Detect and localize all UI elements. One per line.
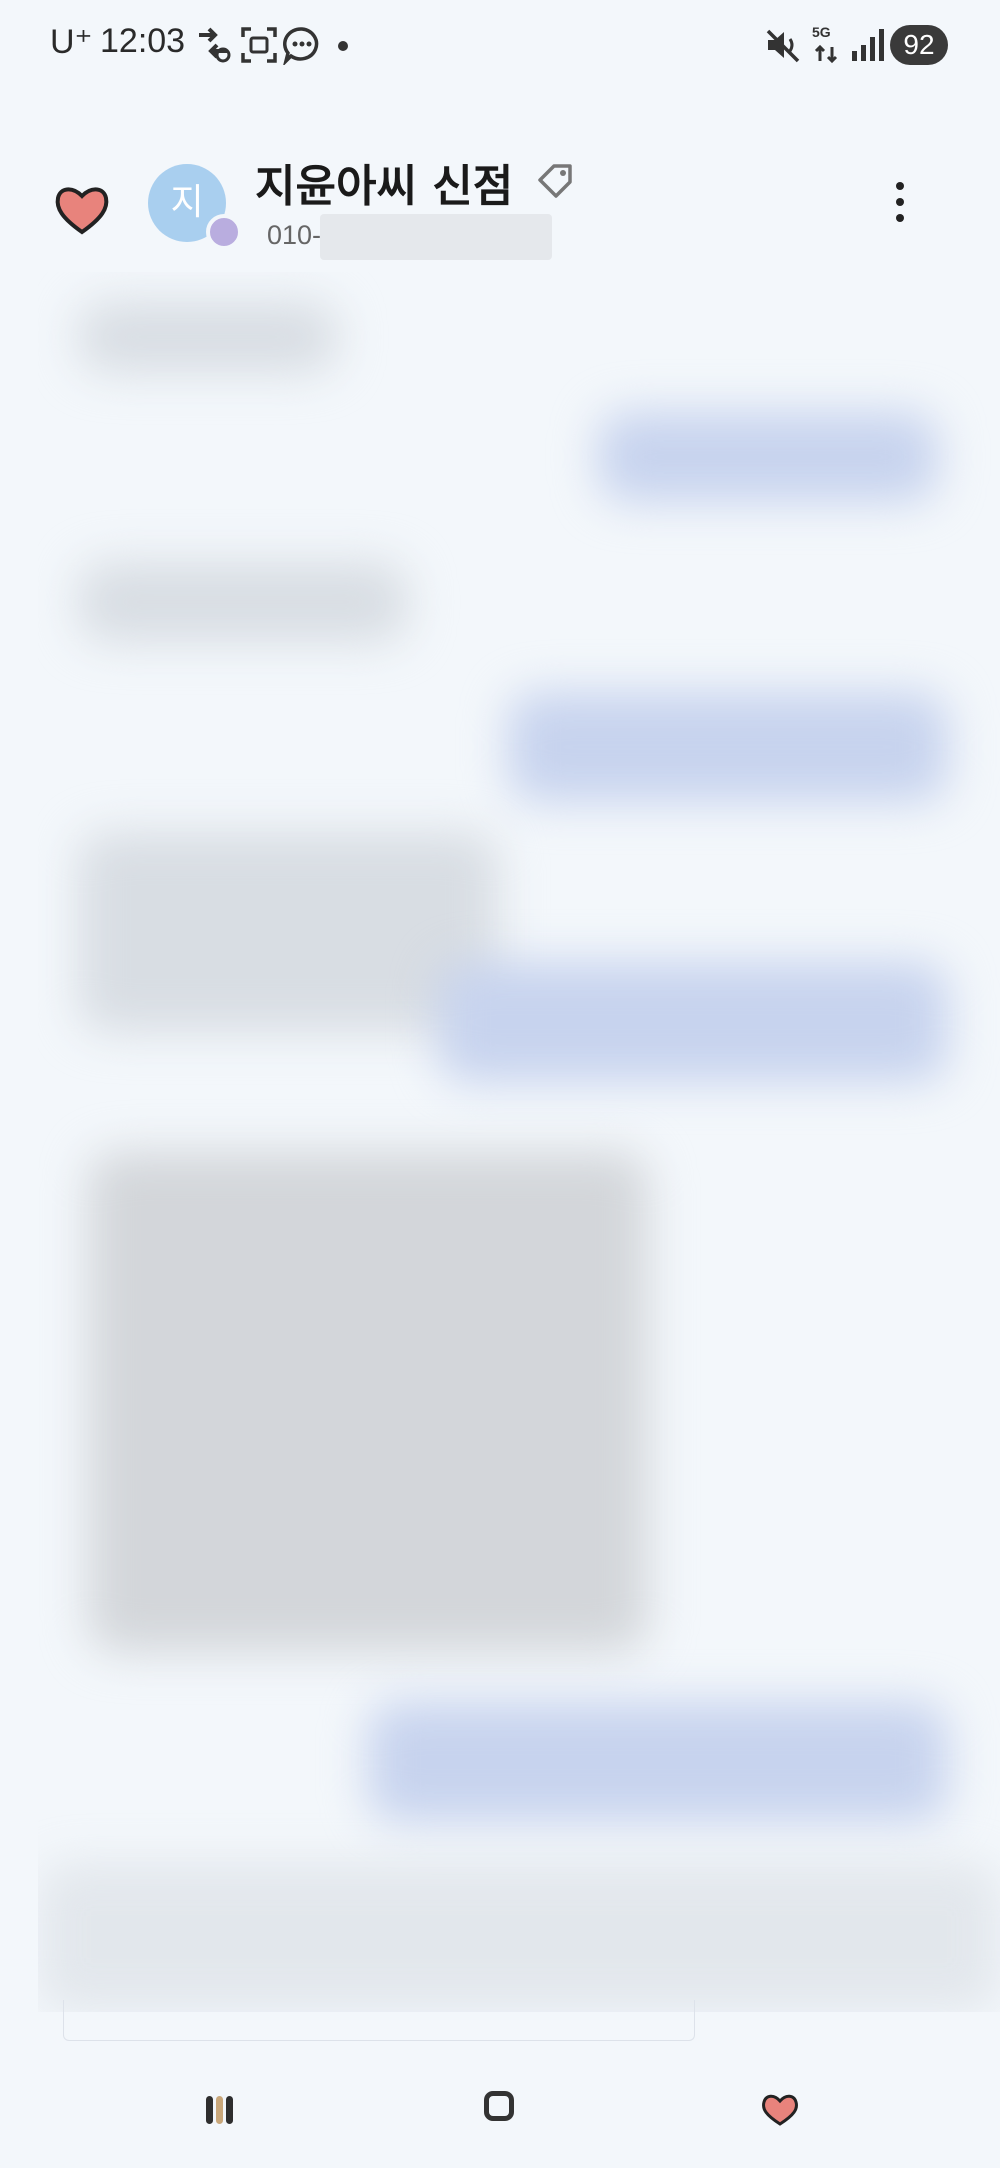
sent-message [438,962,948,1082]
back-icon[interactable] [758,2090,802,2130]
phone-number: 010- [267,220,322,250]
contact-name[interactable]: 지윤아씨 신점 [255,150,513,214]
phone-redaction [320,214,552,260]
sent-message [598,412,938,502]
clock: 12:03 [100,22,186,60]
home-icon[interactable] [484,2091,514,2121]
status-bar: U⁺ 12:03 5G 92 [0,0,1000,90]
message-icon [283,27,319,65]
notification-dot [338,41,348,51]
received-image [88,1152,648,1652]
received-message [78,562,408,642]
data-transfer-icon [199,27,231,63]
recent-apps-icon[interactable] [200,2090,240,2130]
received-message [38,1862,1000,2012]
carrier-label: U⁺ [50,23,93,61]
battery-indicator: 92 [890,25,948,65]
sent-message [368,1702,948,1822]
more-options-icon[interactable] [880,176,920,236]
chat-badge-icon [206,214,242,250]
conversation-header: 지 지윤아씨 신점 010- [0,140,1000,280]
navigation-bar [0,2060,1000,2168]
screenshot-icon [241,27,277,63]
data-activity-icon [814,44,838,64]
sent-message [508,692,948,802]
message-list[interactable] [38,272,1000,2012]
signal-icon [852,29,884,61]
mute-icon [766,29,800,63]
heart-icon[interactable] [52,180,112,240]
tag-icon[interactable] [534,158,578,202]
received-message [78,832,498,1032]
message-preview [63,2000,695,2041]
received-message [78,302,338,372]
